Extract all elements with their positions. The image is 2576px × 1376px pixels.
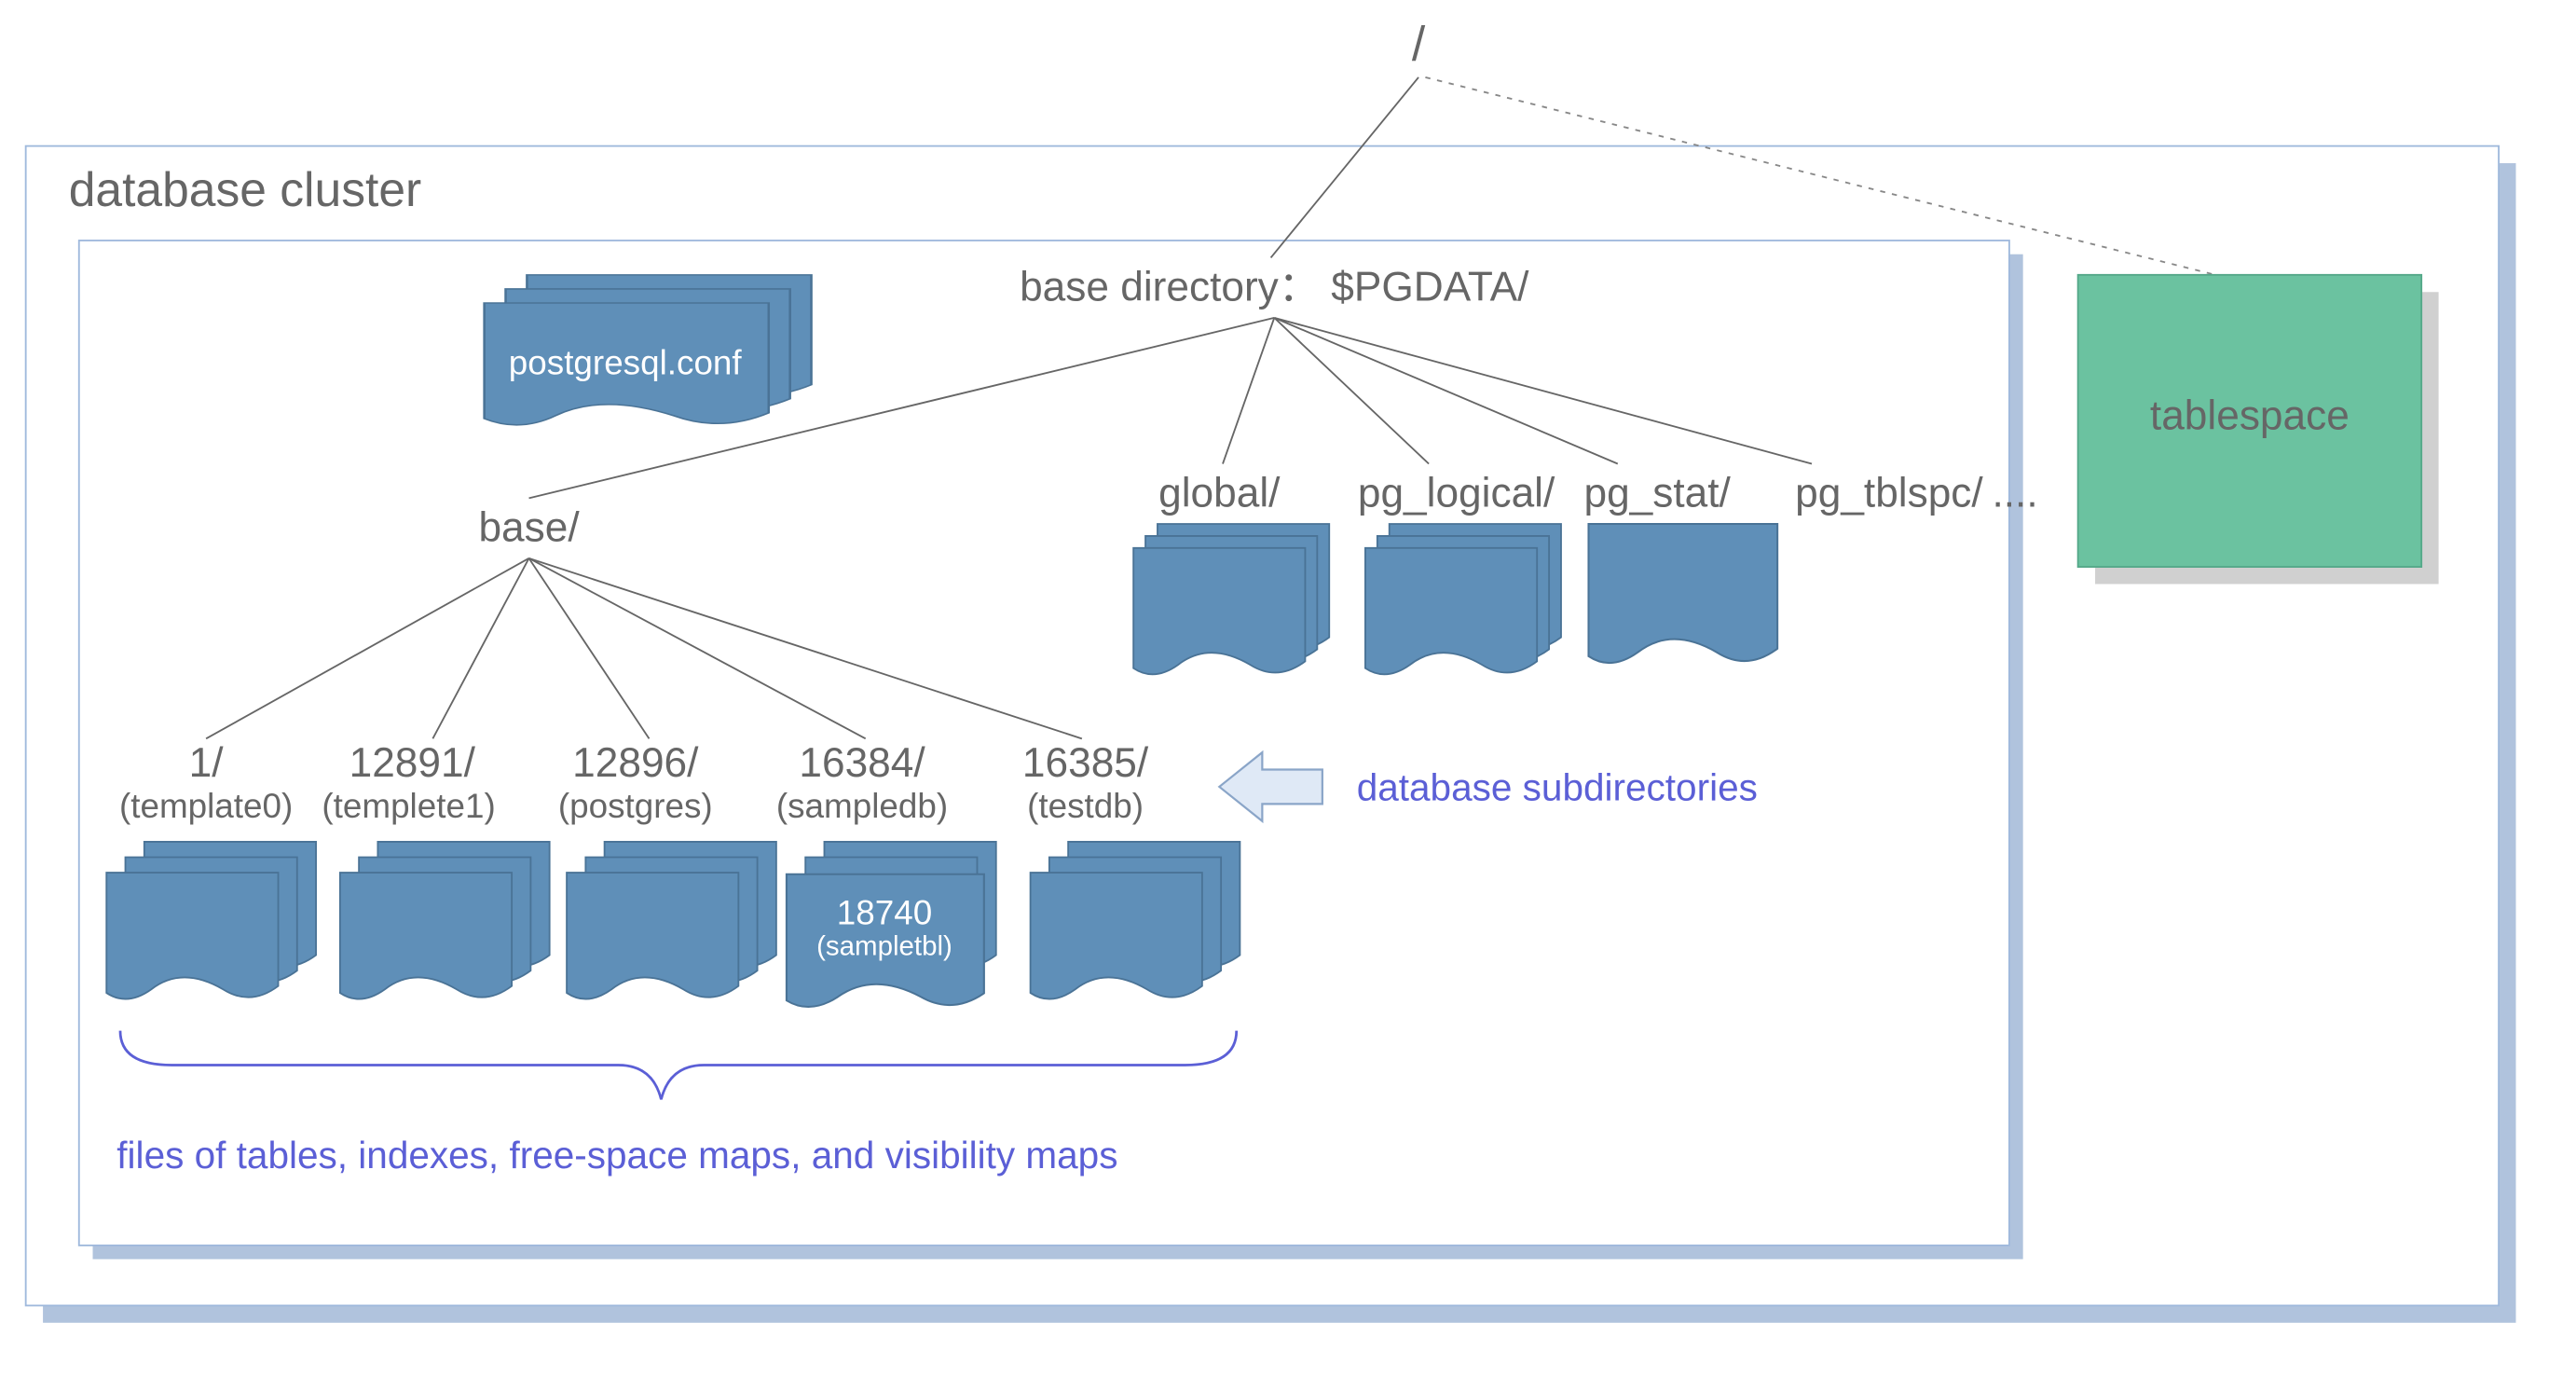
- sample-table-oid: 18740: [837, 893, 932, 931]
- svg-text:12891/: 12891/: [349, 740, 476, 786]
- svg-text:1/: 1/: [189, 740, 225, 786]
- svg-text:(templete1): (templete1): [322, 787, 495, 825]
- svg-text:global/: global/: [1158, 471, 1281, 516]
- files-templete1: [340, 842, 550, 999]
- dir-pg-logical: pg_logical/: [1358, 471, 1561, 675]
- svg-text:(template0): (template0): [119, 787, 293, 825]
- db-file-stacks: 18740 (sampletbl): [106, 842, 1240, 1007]
- svg-text:(postgres): (postgres): [558, 787, 713, 825]
- sample-table-name: (sampletbl): [816, 931, 952, 962]
- config-file-stack: postgresql.conf: [485, 275, 812, 425]
- base-directory-label: base directory： $PGDATA/: [1020, 264, 1529, 310]
- svg-text:pg_logical/: pg_logical/: [1358, 471, 1555, 516]
- diagram-root: / database cluster base directory： $PGDA…: [0, 0, 2576, 1376]
- svg-text:pg_stat/: pg_stat/: [1583, 471, 1731, 516]
- dir-ellipsis: ....: [1992, 471, 2037, 516]
- svg-text:(testdb): (testdb): [1027, 787, 1144, 825]
- files-template0: [106, 842, 316, 999]
- caption-database-subdirs: database subdirectories: [1357, 766, 1758, 809]
- base-dir-label: base/: [478, 504, 580, 550]
- root-label: /: [1412, 16, 1426, 70]
- svg-text:12896/: 12896/: [572, 740, 699, 786]
- svg-text:16384/: 16384/: [799, 740, 925, 786]
- files-postgres: [567, 842, 776, 999]
- tablespace-box: tablespace: [2078, 275, 2439, 585]
- files-sampledb: 18740 (sampletbl): [787, 842, 996, 1007]
- cluster-title: database cluster: [69, 162, 421, 216]
- config-file-label: postgresql.conf: [509, 344, 743, 382]
- tablespace-label: tablespace: [2150, 393, 2350, 439]
- caption-files: files of tables, indexes, free-space map…: [116, 1134, 1117, 1176]
- dir-pg-tblspc: pg_tblspc/: [1795, 471, 1983, 516]
- files-testdb: [1031, 842, 1240, 999]
- svg-text:16385/: 16385/: [1022, 740, 1149, 786]
- svg-text:(sampledb): (sampledb): [776, 787, 948, 825]
